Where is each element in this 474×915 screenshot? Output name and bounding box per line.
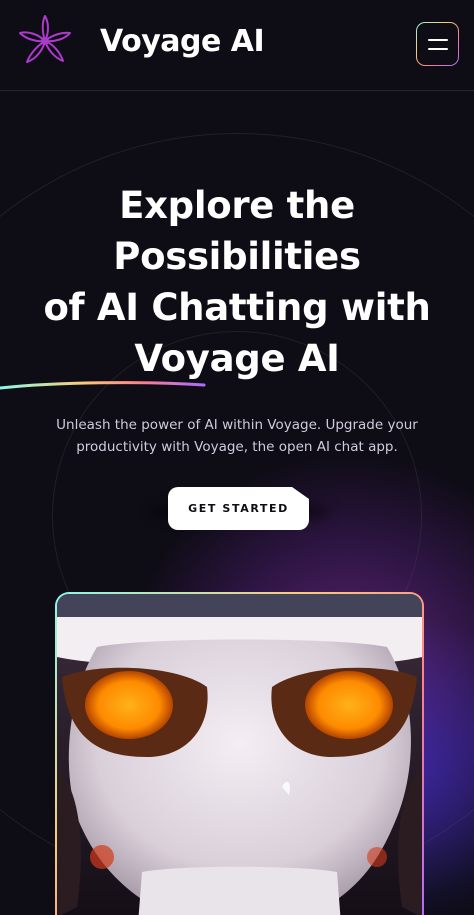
menu-line bbox=[428, 48, 448, 50]
preview-frame bbox=[55, 592, 424, 915]
hero-title-brand-line: Voyage AI bbox=[0, 333, 474, 390]
brand-name[interactable]: Voyage AI bbox=[100, 24, 265, 59]
menu-line bbox=[428, 39, 448, 41]
hero-title-line: Possibilities bbox=[113, 235, 361, 278]
hero-title-line: of AI Chatting with bbox=[43, 286, 431, 329]
get-started-button[interactable]: GET STARTED bbox=[168, 487, 309, 530]
hamburger-menu-icon bbox=[417, 23, 458, 65]
hero-title-brand: Voyage AI bbox=[134, 337, 340, 380]
preview-top-bar bbox=[57, 594, 422, 617]
gradient-underline-icon bbox=[0, 381, 206, 390]
hero-title-brand-wrap: Voyage AI bbox=[0, 333, 474, 390]
robot-face-image bbox=[57, 617, 422, 915]
flower-logo-icon[interactable] bbox=[14, 12, 76, 70]
preview-frame-inner bbox=[57, 594, 422, 915]
hero-subtitle-line: productivity with Voyage, the open AI ch… bbox=[76, 439, 398, 455]
hero-title-line: Explore the bbox=[119, 184, 355, 227]
menu-button[interactable] bbox=[416, 22, 459, 66]
hero-subtitle-line: Unleash the power of AI within Voyage. U… bbox=[56, 417, 418, 433]
site-header: Voyage AI bbox=[0, 0, 474, 91]
hero-title: Explore the Possibilities of AI Chatting… bbox=[0, 180, 474, 390]
hero-section: Explore the Possibilities of AI Chatting… bbox=[0, 180, 474, 458]
hero-subtitle: Unleash the power of AI within Voyage. U… bbox=[22, 414, 452, 458]
